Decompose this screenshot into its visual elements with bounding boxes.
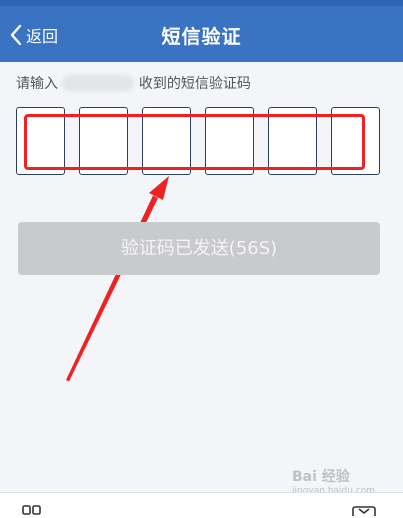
resend-code-button[interactable]: 验证码已发送(56S) xyxy=(18,222,380,275)
code-digit-input-2[interactable] xyxy=(79,107,128,175)
code-digit-input-6[interactable] xyxy=(331,107,380,175)
navigation-bar: 返回 短信验证 xyxy=(0,6,403,62)
code-digit-input-1[interactable] xyxy=(16,107,65,175)
instruction-text: 请输入 收到的短信验证码 xyxy=(16,73,251,93)
instruction-prefix: 请输入 xyxy=(16,76,58,92)
code-digit-input-3[interactable] xyxy=(142,107,191,175)
code-digit-input-4[interactable] xyxy=(205,107,254,175)
grid-icon[interactable] xyxy=(22,505,42,515)
page-title: 短信验证 xyxy=(161,26,242,48)
keyboard-toolbar xyxy=(0,492,403,518)
instruction-suffix: 收到的短信验证码 xyxy=(138,76,251,92)
code-digit-input-5[interactable] xyxy=(268,107,317,175)
keyboard-collapse-icon[interactable] xyxy=(352,506,376,516)
masked-phone-number xyxy=(62,75,135,91)
